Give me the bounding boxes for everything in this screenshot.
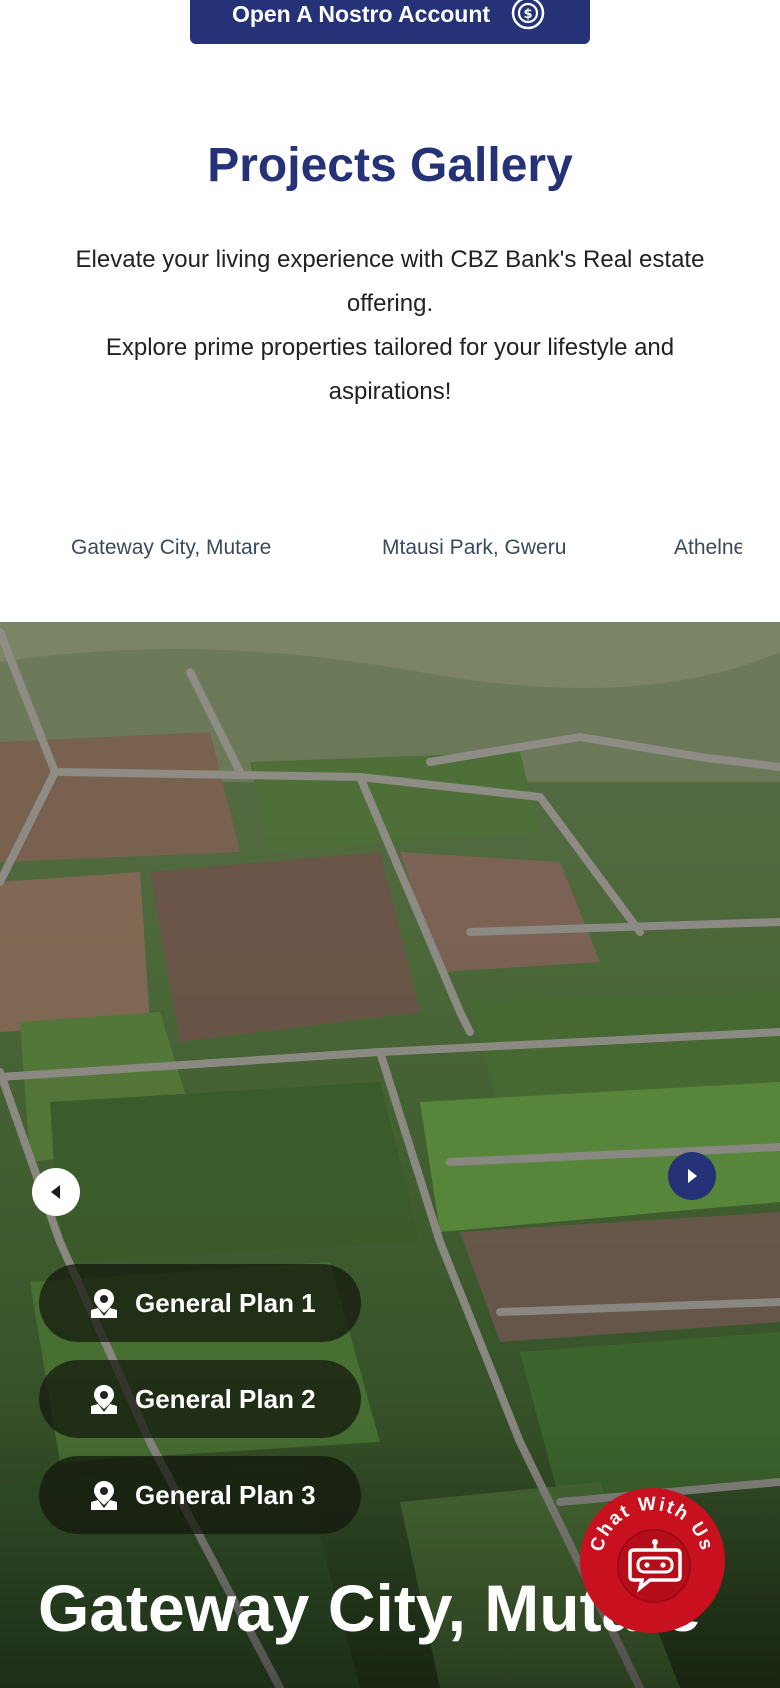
chat-with-us-button[interactable]: Chat With Us	[580, 1488, 725, 1633]
carousel-next-button[interactable]	[668, 1152, 716, 1200]
general-plan-1-label: General Plan 1	[135, 1287, 316, 1318]
tab-athelne[interactable]: Athelne	[674, 536, 742, 560]
gallery-description-line-2: Explore prime properties tailored for yo…	[105, 334, 675, 405]
page-title: Projects Gallery	[207, 139, 573, 192]
chevron-left-icon	[51, 1185, 60, 1199]
gallery-description-line-1: Elevate your living experience with CBZ …	[75, 246, 705, 317]
general-plan-1-button[interactable]: General Plan 1	[39, 1264, 361, 1342]
open-nostro-account-label: Open A Nostro Account	[231, 0, 491, 27]
map-pin-icon	[91, 1289, 117, 1318]
general-plan-3-button[interactable]: General Plan 3	[39, 1456, 361, 1534]
dollar-coin-icon: $	[511, 0, 545, 30]
project-tabs: Gateway City, Mutare Mtausi Park, Gweru …	[0, 528, 742, 572]
general-plan-2-label: General Plan 2	[135, 1383, 316, 1414]
chat-badge: Chat With Us	[587, 1493, 715, 1603]
carousel-prev-button[interactable]	[32, 1168, 80, 1216]
chevron-right-icon	[688, 1169, 697, 1183]
general-plan-2-button[interactable]: General Plan 2	[39, 1360, 361, 1438]
general-plan-3-label: General Plan 3	[135, 1479, 316, 1510]
open-nostro-account-button[interactable]: Open A Nostro Account $	[190, 0, 590, 44]
map-pin-icon	[91, 1481, 117, 1510]
svg-text:$: $	[524, 7, 533, 22]
gallery-description: Elevate your living experience with CBZ …	[70, 238, 710, 414]
tab-mtausi-park[interactable]: Mtausi Park, Gweru	[382, 536, 566, 560]
tab-gateway-city[interactable]: Gateway City, Mutare	[71, 536, 271, 560]
map-pin-icon	[91, 1385, 117, 1414]
